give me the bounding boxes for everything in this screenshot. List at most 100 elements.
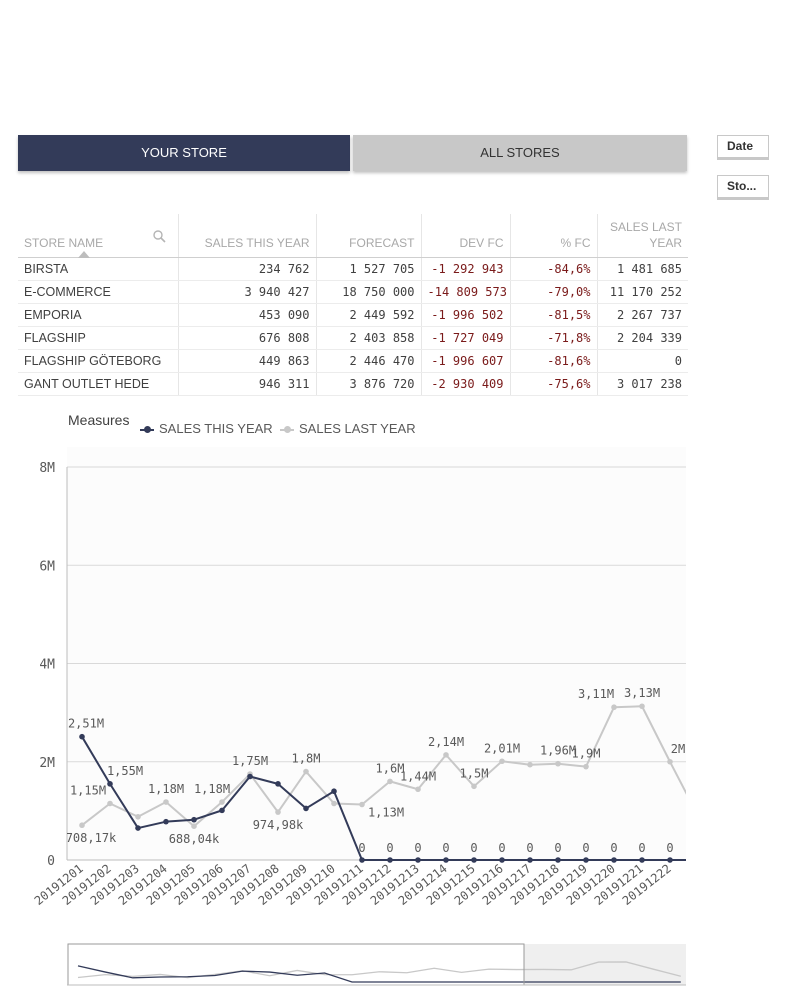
data-point bbox=[499, 758, 505, 765]
x-tick-label: 20191221 bbox=[592, 861, 646, 908]
table-row[interactable]: GANT OUTLET HEDE 946 311 3 876 720 -2 93… bbox=[18, 372, 688, 396]
data-label: 2,01M bbox=[484, 741, 520, 755]
cell-pct-fc: -81,5% bbox=[510, 303, 598, 327]
data-point bbox=[79, 822, 85, 829]
cell-sales-this-year: 453 090 bbox=[178, 303, 317, 327]
data-label: 2,51M bbox=[68, 717, 104, 731]
x-tick-label: 20191219 bbox=[536, 861, 590, 908]
data-point bbox=[303, 768, 309, 775]
table-row[interactable]: FLAGSHIP GÖTEBORG 449 863 2 446 470 -1 9… bbox=[18, 349, 688, 373]
table-row[interactable]: E-COMMERCE 3 940 427 18 750 000 -14 809 … bbox=[18, 280, 688, 304]
legend-item-sales-this-year[interactable]: SALES THIS YEAR bbox=[140, 421, 273, 436]
cell-sales-last-year: 2 204 339 bbox=[597, 326, 688, 350]
data-point bbox=[359, 801, 365, 808]
navigator-series-line bbox=[77, 961, 681, 979]
cell-store-name: E-COMMERCE bbox=[18, 280, 179, 304]
data-label: 0 bbox=[470, 841, 477, 855]
cell-sales-last-year: 11 170 252 bbox=[597, 280, 688, 304]
table-row[interactable]: EMPORIA 453 090 2 449 592 -1 996 502 -81… bbox=[18, 303, 688, 327]
data-point bbox=[695, 857, 701, 863]
cell-dev-fc: -1 996 502 bbox=[421, 303, 511, 327]
col-header-sales-last-year[interactable]: SALES LAST YEAR bbox=[597, 214, 688, 258]
data-point bbox=[639, 857, 645, 863]
data-point bbox=[611, 704, 617, 711]
col-header-dev-fc[interactable]: DEV FC bbox=[421, 214, 511, 258]
data-point bbox=[415, 857, 421, 863]
col-header-sales-this-year[interactable]: SALES THIS YEAR bbox=[178, 214, 317, 258]
data-point bbox=[219, 807, 225, 814]
cell-sales-this-year: 946 311 bbox=[178, 372, 317, 396]
data-label: 3,11M bbox=[578, 687, 614, 701]
data-point bbox=[527, 761, 533, 768]
cell-dev-fc: -1 727 049 bbox=[421, 326, 511, 350]
legend-title: Measures bbox=[68, 412, 130, 428]
y-tick-label: 2M bbox=[39, 756, 55, 771]
data-point bbox=[611, 857, 617, 863]
col-header-store-name[interactable]: STORE NAME bbox=[18, 214, 179, 258]
table-header-row: STORE NAME SALES THIS YEAR FORECAST DEV … bbox=[18, 214, 688, 258]
navigator-series-line bbox=[77, 965, 681, 983]
data-point bbox=[107, 781, 113, 787]
search-icon[interactable] bbox=[152, 230, 166, 247]
cell-store-name: EMPORIA bbox=[18, 303, 179, 327]
col-header-forecast[interactable]: FORECAST bbox=[316, 214, 422, 258]
navigator-window[interactable] bbox=[67, 943, 525, 986]
data-point bbox=[443, 752, 449, 758]
legend-item-sales-last-year[interactable]: SALES LAST YEAR bbox=[280, 421, 416, 436]
col-header-pct-fc[interactable]: % FC bbox=[510, 214, 598, 258]
data-point bbox=[163, 818, 169, 825]
data-label: 2,14M bbox=[428, 735, 464, 749]
x-tick-label: 20191207 bbox=[200, 861, 254, 908]
data-point bbox=[443, 857, 449, 863]
data-point bbox=[219, 799, 225, 805]
cell-sales-this-year: 449 863 bbox=[178, 349, 317, 373]
x-tick-label: 20191205 bbox=[144, 861, 198, 908]
cell-sales-last-year: 1 481 685 bbox=[597, 257, 688, 281]
data-point bbox=[135, 813, 141, 820]
data-point bbox=[79, 733, 85, 740]
table-row[interactable]: FLAGSHIP 676 808 2 403 858 -1 727 049 -7… bbox=[18, 326, 688, 350]
cell-store-name: FLAGSHIP bbox=[18, 326, 179, 350]
plot-area: 2,51M 1,55M 0 0 0 0 0 0 0 0 0 0 0 0 708,17k 1,15M 1,18M 6… bbox=[67, 686, 701, 863]
data-label: 1,96M bbox=[540, 744, 576, 758]
y-tick-label: 4M bbox=[39, 658, 55, 673]
data-label: 1,18M bbox=[194, 782, 230, 796]
data-label: 974,98k bbox=[253, 818, 304, 832]
data-label: 0 bbox=[498, 841, 505, 855]
data-point bbox=[387, 778, 393, 785]
data-point bbox=[695, 813, 701, 819]
table-row[interactable]: BIRSTA 234 762 1 527 705 -1 292 943 -84,… bbox=[18, 257, 688, 281]
cell-sales-this-year: 234 762 bbox=[178, 257, 317, 281]
data-point bbox=[247, 771, 253, 777]
date-filter-button[interactable]: Date bbox=[717, 135, 769, 160]
plot-background bbox=[67, 447, 686, 860]
tab-all-stores[interactable]: ALL STORES bbox=[353, 135, 687, 171]
data-point bbox=[527, 857, 533, 863]
store-filter-button[interactable]: Sto... bbox=[717, 175, 769, 200]
cell-sales-this-year: 3 940 427 bbox=[178, 280, 317, 304]
x-tick-label: 20191220 bbox=[564, 861, 618, 908]
cell-forecast: 3 876 720 bbox=[316, 372, 422, 396]
x-tick-label: 20191212 bbox=[340, 861, 394, 908]
data-label: 1,5M bbox=[460, 766, 489, 780]
series-line-sales-this-year bbox=[81, 736, 686, 861]
data-label: 1,75M bbox=[232, 754, 268, 768]
cell-store-name: BIRSTA bbox=[18, 257, 179, 281]
x-tick-label: 20191215 bbox=[424, 861, 478, 908]
data-point bbox=[639, 703, 645, 710]
x-tick-label: 20191222 bbox=[620, 861, 674, 908]
data-label: 1,44M bbox=[400, 769, 436, 783]
data-point bbox=[135, 825, 141, 831]
x-tick-label: 20191213 bbox=[368, 861, 422, 908]
tab-your-store[interactable]: YOUR STORE bbox=[18, 135, 350, 171]
cell-dev-fc: -1 996 607 bbox=[421, 349, 511, 373]
data-label: 0 bbox=[526, 841, 533, 855]
y-tick-label: 6M bbox=[39, 559, 55, 574]
data-point bbox=[331, 788, 337, 795]
x-tick-label: 20191201 bbox=[32, 861, 86, 908]
data-point bbox=[303, 805, 309, 812]
data-label: 1,6M bbox=[376, 761, 405, 775]
data-point bbox=[359, 857, 365, 863]
cell-pct-fc: -79,0% bbox=[510, 280, 598, 304]
data-label: 0 bbox=[610, 841, 617, 855]
